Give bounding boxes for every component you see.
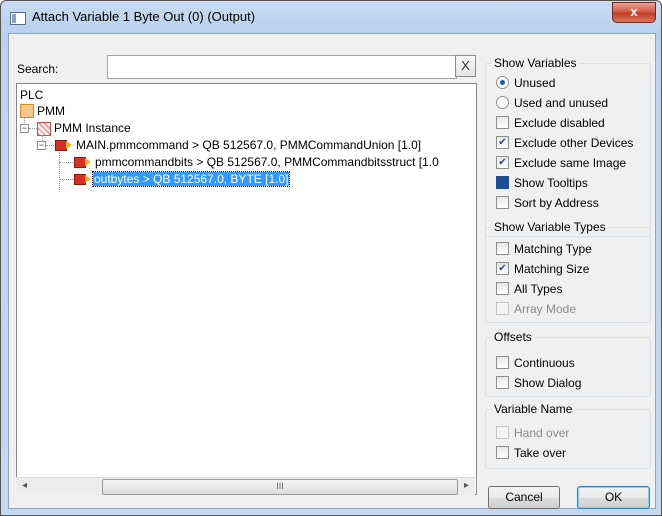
checkbox-exclude-same-image[interactable]: Exclude same Image (496, 156, 626, 172)
option-label: Show Tooltips (514, 176, 588, 190)
title-bar[interactable]: Attach Variable 1 Byte Out (0) (Output) … (1, 1, 661, 33)
scrollbar-thumb[interactable]: III (102, 479, 458, 495)
option-label: Unused (514, 76, 556, 90)
checkbox-icon (496, 302, 509, 316)
output-variable-icon (74, 174, 91, 185)
tree-node-label-selected: outbytes > QB 512567.0, BYTE [1.0] (91, 171, 291, 187)
group-legend: Offsets (492, 330, 534, 344)
output-variable-icon (74, 157, 91, 168)
window-icon (10, 12, 26, 25)
attach-variable-dialog: Attach Variable 1 Byte Out (0) (Output) … (0, 0, 662, 516)
checkbox-hand-over[interactable]: Hand over (496, 426, 569, 442)
checkbox-icon (496, 426, 509, 440)
option-label: Hand over (514, 426, 570, 440)
radio-unused[interactable]: Unused (496, 76, 555, 92)
group-legend: Show Variable Types (492, 220, 608, 234)
checkbox-filled-icon (496, 176, 509, 190)
output-variable-icon (55, 140, 72, 151)
option-label: Used and unused (514, 96, 609, 110)
checkbox-matching-type[interactable]: Matching Type (496, 242, 592, 258)
checkbox-icon (496, 196, 509, 210)
dialog-client-area: Search: X PLC PMM − PMM Instance − MAIN. (8, 33, 656, 509)
checkbox-show-dialog[interactable]: Show Dialog (496, 376, 581, 392)
option-label: Array Mode (514, 302, 577, 316)
scroll-right-icon[interactable]: ▸ (458, 478, 475, 495)
checkbox-icon (496, 376, 509, 390)
option-label: Take over (514, 446, 567, 460)
horizontal-scrollbar[interactable]: ◂ III ▸ (16, 477, 475, 495)
option-label: Sort by Address (514, 196, 599, 210)
tree-node-label: PMM Instance (54, 121, 131, 135)
checkbox-show-tooltips[interactable]: Show Tooltips (496, 176, 588, 192)
tree-node-label: PLC (20, 88, 44, 102)
show-variables-group: Show Variables Unused Used and unused Ex… (485, 56, 651, 237)
radio-selected-icon (496, 76, 509, 90)
group-legend: Show Variables (492, 56, 579, 70)
collapse-icon[interactable]: − (37, 141, 46, 150)
tree-node-pmmcommandbits[interactable]: pmmcommandbits > QB 512567.0, PMMCommand… (95, 155, 439, 169)
checkbox-exclude-disabled[interactable]: Exclude disabled (496, 116, 605, 132)
checkbox-checked-icon (496, 262, 509, 276)
tree-node-pmm[interactable]: PMM (37, 104, 65, 118)
checkbox-icon (496, 242, 509, 256)
checkbox-all-types[interactable]: All Types (496, 282, 562, 298)
plc-instance-icon (37, 122, 51, 136)
option-label: Matching Type (514, 242, 592, 256)
radio-icon (496, 96, 509, 110)
checkbox-checked-icon (496, 156, 509, 170)
checkbox-icon (496, 356, 509, 370)
clear-search-icon[interactable]: X (455, 55, 476, 77)
plc-project-icon (20, 104, 34, 118)
tree-node-pmm-instance[interactable]: PMM Instance (54, 121, 131, 135)
option-label: Exclude same Image (514, 156, 627, 170)
variable-name-group: Variable Name Hand over Take over (485, 402, 651, 469)
tree-node-outbytes[interactable]: outbytes > QB 512567.0, BYTE [1.0] (91, 171, 291, 187)
checkbox-checked-icon (496, 136, 509, 150)
search-label: Search: (17, 62, 59, 76)
checkbox-icon (496, 116, 509, 130)
checkbox-sort-by-address[interactable]: Sort by Address (496, 196, 599, 212)
ok-button[interactable]: OK (577, 486, 650, 509)
show-variable-types-group: Show Variable Types Matching Type Matchi… (485, 220, 651, 323)
close-button[interactable]: x (612, 2, 656, 23)
checkbox-icon (496, 446, 509, 460)
checkbox-icon (496, 282, 509, 296)
scroll-left-icon[interactable]: ◂ (16, 478, 33, 495)
checkbox-take-over[interactable]: Take over (496, 446, 566, 462)
option-label: All Types (514, 282, 563, 296)
offsets-group: Offsets Continuous Show Dialog (485, 330, 651, 397)
radio-used-and-unused[interactable]: Used and unused (496, 96, 608, 112)
checkbox-matching-size[interactable]: Matching Size (496, 262, 589, 278)
variable-tree[interactable]: PLC PMM − PMM Instance − MAIN.pmmcommand… (16, 83, 477, 495)
option-label: Matching Size (514, 262, 590, 276)
cancel-button[interactable]: Cancel (488, 486, 560, 509)
tree-node-label: MAIN.pmmcommand > QB 512567.0, PMMComman… (76, 138, 422, 152)
checkbox-array-mode[interactable]: Array Mode (496, 302, 576, 318)
option-label: Continuous (514, 356, 575, 370)
checkbox-continuous[interactable]: Continuous (496, 356, 575, 372)
search-input[interactable] (107, 55, 457, 79)
option-label: Show Dialog (514, 376, 582, 390)
tree-node-main-pmmcommand[interactable]: MAIN.pmmcommand > QB 512567.0, PMMComman… (76, 138, 421, 152)
tree-node-label: pmmcommandbits > QB 512567.0, PMMCommand… (95, 155, 439, 169)
group-legend: Variable Name (492, 402, 575, 416)
option-label: Exclude disabled (514, 116, 605, 130)
option-label: Exclude other Devices (514, 136, 634, 150)
window-title: Attach Variable 1 Byte Out (0) (Output) (32, 9, 256, 24)
tree-node-plc[interactable]: PLC (20, 88, 43, 102)
tree-node-label: PMM (37, 104, 65, 118)
checkbox-exclude-other-devices[interactable]: Exclude other Devices (496, 136, 633, 152)
collapse-icon[interactable]: − (20, 124, 29, 133)
